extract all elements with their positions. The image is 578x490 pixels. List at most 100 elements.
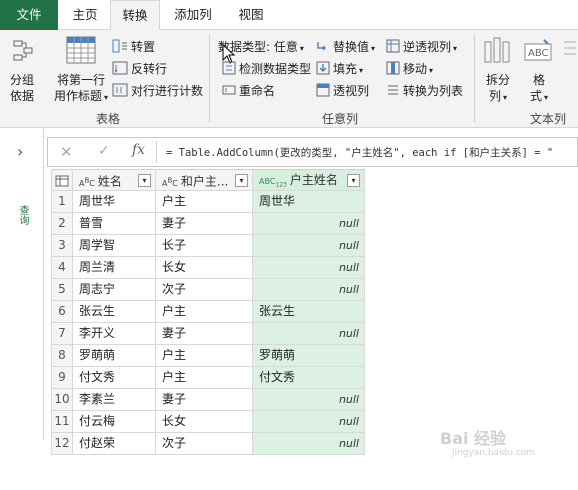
- cell-name[interactable]: 周学智: [73, 235, 156, 257]
- table-row[interactable]: 11 付云梅 长女 null: [51, 411, 365, 433]
- column-header-relation[interactable]: ABC 和户主... ▾: [156, 169, 253, 191]
- cell-household-head-value: 周世华: [259, 194, 296, 208]
- table-row[interactable]: 6 张云生 户主 张云生: [51, 301, 365, 323]
- row-number[interactable]: 8: [51, 345, 73, 367]
- cell-relation[interactable]: 户主: [156, 301, 253, 323]
- confirm-formula-icon[interactable]: ✓: [98, 143, 110, 159]
- cell-household-head[interactable]: null: [253, 279, 365, 301]
- cell-relation[interactable]: 妻子: [156, 389, 253, 411]
- cell-relation[interactable]: 次子: [156, 433, 253, 455]
- cell-household-head[interactable]: 周世华: [253, 191, 365, 213]
- cell-relation[interactable]: 妻子: [156, 213, 253, 235]
- group-by-button[interactable]: 分组 依据: [10, 72, 34, 104]
- tab-transform[interactable]: 转换: [110, 0, 160, 31]
- table-row[interactable]: 12 付赵荣 次子 null: [51, 433, 365, 455]
- cell-name[interactable]: 付云梅: [73, 411, 156, 433]
- split-column-button[interactable]: 拆分 列 ▾: [486, 72, 510, 106]
- cell-household-head[interactable]: null: [253, 411, 365, 433]
- cell-relation[interactable]: 长女: [156, 411, 253, 433]
- move-button[interactable]: 移动 ▾: [386, 60, 433, 78]
- cell-name[interactable]: 周兰清: [73, 257, 156, 279]
- pivot-column-button[interactable]: 透视列: [316, 82, 369, 100]
- row-number[interactable]: 7: [51, 323, 73, 345]
- table-menu-icon[interactable]: [51, 169, 73, 191]
- tab-add-column[interactable]: 添加列: [164, 0, 222, 30]
- filter-dropdown-icon[interactable]: ▾: [235, 174, 248, 187]
- cell-household-head[interactable]: 张云生: [253, 301, 365, 323]
- cell-relation[interactable]: 妻子: [156, 323, 253, 345]
- replace-values-button[interactable]: 替换值 ▾: [316, 38, 375, 56]
- table-row[interactable]: 4 周兰清 长女 null: [51, 257, 365, 279]
- row-number[interactable]: 9: [51, 367, 73, 389]
- table-row[interactable]: 8 罗萌萌 户主 罗萌萌: [51, 345, 365, 367]
- cell-household-head[interactable]: 罗萌萌: [253, 345, 365, 367]
- queries-pane-label[interactable]: 查询: [14, 205, 30, 225]
- tab-home[interactable]: 主页: [62, 0, 108, 30]
- cell-name[interactable]: 周世华: [73, 191, 156, 213]
- cell-household-head[interactable]: null: [253, 257, 365, 279]
- row-number[interactable]: 4: [51, 257, 73, 279]
- cell-household-head[interactable]: null: [253, 389, 365, 411]
- reverse-rows-button[interactable]: 反转行: [112, 60, 167, 78]
- table-row[interactable]: 7 李开义 妻子 null: [51, 323, 365, 345]
- table-row[interactable]: 1 周世华 户主 周世华: [51, 191, 365, 213]
- count-rows-button[interactable]: 对行进行计数: [112, 82, 203, 100]
- row-number[interactable]: 3: [51, 235, 73, 257]
- cell-name[interactable]: 普雪: [73, 213, 156, 235]
- row-number[interactable]: 1: [51, 191, 73, 213]
- cell-name[interactable]: 付赵荣: [73, 433, 156, 455]
- cell-name[interactable]: 李素兰: [73, 389, 156, 411]
- table-row[interactable]: 3 周学智 长子 null: [51, 235, 365, 257]
- row-number[interactable]: 2: [51, 213, 73, 235]
- column-header-name[interactable]: ABC 姓名 ▾: [73, 169, 156, 191]
- detect-data-type-button[interactable]: 检测数据类型: [222, 60, 311, 78]
- cell-relation[interactable]: 长子: [156, 235, 253, 257]
- rename-button[interactable]: 重命名: [222, 82, 275, 100]
- cell-relation[interactable]: 户主: [156, 345, 253, 367]
- row-number[interactable]: 12: [51, 433, 73, 455]
- table-row[interactable]: 2 普雪 妻子 null: [51, 213, 365, 235]
- cell-relation[interactable]: 长女: [156, 257, 253, 279]
- cell-relation[interactable]: 户主: [156, 191, 253, 213]
- table-row[interactable]: 10 李素兰 妻子 null: [51, 389, 365, 411]
- count-rows-icon: [112, 83, 128, 100]
- filter-dropdown-icon[interactable]: ▾: [138, 174, 151, 187]
- cell-household-head[interactable]: null: [253, 213, 365, 235]
- formula-bar[interactable]: ✕ ✓ fx = Table.AddColumn(更改的类型, "户主姓名", …: [47, 137, 578, 167]
- cell-household-head[interactable]: null: [253, 235, 365, 257]
- cell-household-head-value: 罗萌萌: [259, 348, 296, 362]
- row-number[interactable]: 5: [51, 279, 73, 301]
- cell-relation-value: 户主: [162, 304, 187, 318]
- table-row[interactable]: 9 付文秀 户主 付文秀: [51, 367, 365, 389]
- cell-household-head[interactable]: 付文秀: [253, 367, 365, 389]
- cell-name[interactable]: 张云生: [73, 301, 156, 323]
- column-header-household-head[interactable]: ABC123 户主姓名 ▾: [253, 169, 365, 191]
- table-row[interactable]: 5 周志宁 次子 null: [51, 279, 365, 301]
- cell-name[interactable]: 付文秀: [73, 367, 156, 389]
- row-number[interactable]: 11: [51, 411, 73, 433]
- cell-relation[interactable]: 次子: [156, 279, 253, 301]
- formula-input[interactable]: = Table.AddColumn(更改的类型, "户主姓名", each if…: [166, 145, 576, 160]
- cell-name[interactable]: 李开义: [73, 323, 156, 345]
- cell-household-head[interactable]: null: [253, 433, 365, 455]
- tab-view[interactable]: 视图: [228, 0, 274, 30]
- transpose-button[interactable]: 转置: [112, 38, 155, 56]
- format-button[interactable]: 格 式 ▾: [530, 72, 548, 106]
- cell-relation[interactable]: 户主: [156, 367, 253, 389]
- convert-to-list-button[interactable]: 转换为列表: [386, 82, 463, 100]
- cell-household-head[interactable]: null: [253, 323, 365, 345]
- chevron-right-icon[interactable]: ›: [17, 142, 23, 161]
- cell-name[interactable]: 罗萌萌: [73, 345, 156, 367]
- format-label-1: 格: [533, 73, 546, 87]
- row-number[interactable]: 6: [51, 301, 73, 323]
- cancel-formula-icon[interactable]: ✕: [60, 143, 73, 161]
- row-number[interactable]: 10: [51, 389, 73, 411]
- filter-dropdown-icon[interactable]: ▾: [347, 174, 360, 187]
- fx-icon[interactable]: fx: [132, 142, 145, 158]
- row-number-value: 2: [58, 216, 66, 230]
- use-first-row-as-headers-button[interactable]: 将第一行 用作标题 ▾: [54, 72, 108, 106]
- fill-button[interactable]: 填充 ▾: [316, 60, 363, 78]
- tab-file[interactable]: 文件: [0, 0, 58, 30]
- unpivot-columns-button[interactable]: 逆透视列 ▾: [386, 38, 457, 56]
- cell-name[interactable]: 周志宁: [73, 279, 156, 301]
